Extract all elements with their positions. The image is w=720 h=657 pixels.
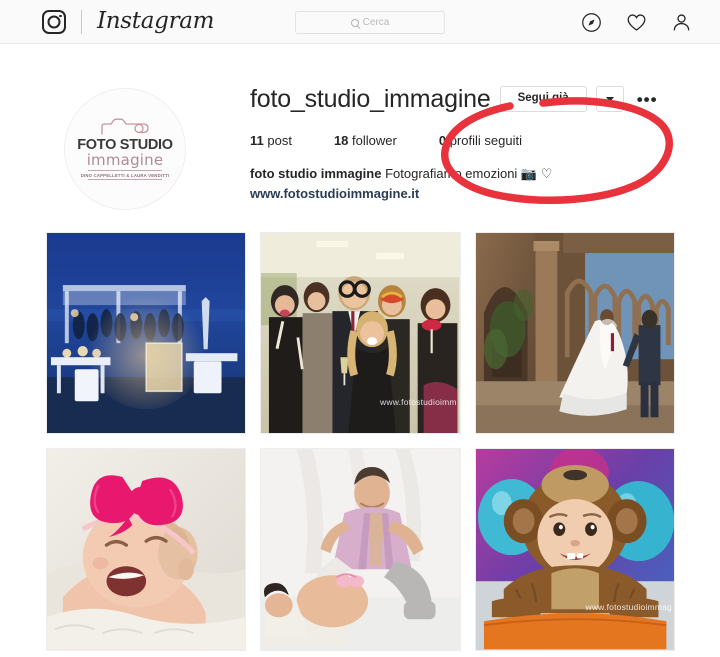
search-placeholder: Cerca [362,17,390,28]
search-input[interactable]: Cerca [295,11,445,34]
camera-outline-icon [99,118,151,135]
post-bride-groom-ruins[interactable] [474,232,675,435]
avatar-logo-rule-top [88,170,162,172]
nav-icon-group [581,0,692,44]
stat-following[interactable]: 0 profili seguiti [439,133,522,148]
stat-following-value: 0 [438,133,447,148]
stat-following-label: profili seguiti [449,133,522,148]
profile-stats: 11 post 18 follower 0 profili seguiti [250,133,690,148]
bio-text: Fotografiamo emozioni 📷 ♡ [385,166,553,181]
post-beach-wedding-reception[interactable] [46,232,247,435]
page-title: foto_studio_immagine [250,85,491,113]
post-photobooth-group[interactable]: www.fotostudioimm [260,232,461,435]
post-newborn-pink-bow[interactable] [46,448,247,651]
post-thumbnail: www.fotostudioimm [261,233,460,434]
stat-posts: 11 post [250,133,292,148]
profile-info-column: foto_studio_immagine Segui già ••• 11 po… [250,84,720,210]
search-icon [350,18,359,27]
post-grid: www.fotostudioimm www.fotostudioimmag [0,232,720,651]
follow-button[interactable]: Segui già [499,86,587,112]
avatar-logo-rule-bottom [88,179,162,181]
stat-posts-value: 11 [250,133,264,148]
username-row: foto_studio_immagine Segui già ••• [250,84,690,114]
post-watermark: www.fotostudioimmag [585,601,672,612]
profile-avatar[interactable]: FOTO STUDIO immagine DINO CAPPELLETTI & … [64,88,186,210]
instagram-camera-icon[interactable] [42,10,66,34]
profile-page: FOTO STUDIO immagine DINO CAPPELLETTI & … [0,44,720,657]
post-maternity-couple[interactable] [260,448,461,651]
post-watermark: www.fotostudioimm [380,397,457,408]
heart-activity-icon[interactable] [626,12,647,33]
top-navigation-bar: Instagram Cerca [0,0,720,44]
post-thumbnail: www.fotostudioimmag [475,449,674,650]
brand-divider [81,10,82,34]
options-ellipsis-button[interactable]: ••• [633,91,662,108]
follow-dropdown-button[interactable] [595,86,624,112]
avatar-logo-line3: DINO CAPPELLETTI & LAURA VENDITTI [80,172,170,178]
profile-bio: foto studio immagine Fotografiamo emozio… [250,165,690,184]
post-thumbnail [475,233,674,434]
bio-display-name: foto studio immagine [250,166,382,181]
profile-header: FOTO STUDIO immagine DINO CAPPELLETTI & … [0,44,720,210]
stat-posts-label: post [267,133,292,148]
post-thumbnail [261,449,460,650]
bio-website-link[interactable]: www.fotostudioimmagine.it [250,185,419,204]
avatar-column: FOTO STUDIO immagine DINO CAPPELLETTI & … [0,84,250,210]
avatar-logo-line2: immagine [86,150,164,169]
stat-followers-value: 18 [333,133,349,148]
stat-followers-label: follower [352,133,397,148]
post-toddler-monkey-costume[interactable]: www.fotostudioimmag [474,448,675,651]
brand-area[interactable]: Instagram [42,0,215,44]
chevron-down-icon [605,96,614,102]
compass-explore-icon[interactable] [581,12,602,33]
post-thumbnail [47,233,246,434]
post-thumbnail [47,449,246,650]
person-profile-icon[interactable] [671,12,692,33]
instagram-wordmark[interactable]: Instagram [97,9,215,35]
stat-followers[interactable]: 18 follower [334,133,397,148]
